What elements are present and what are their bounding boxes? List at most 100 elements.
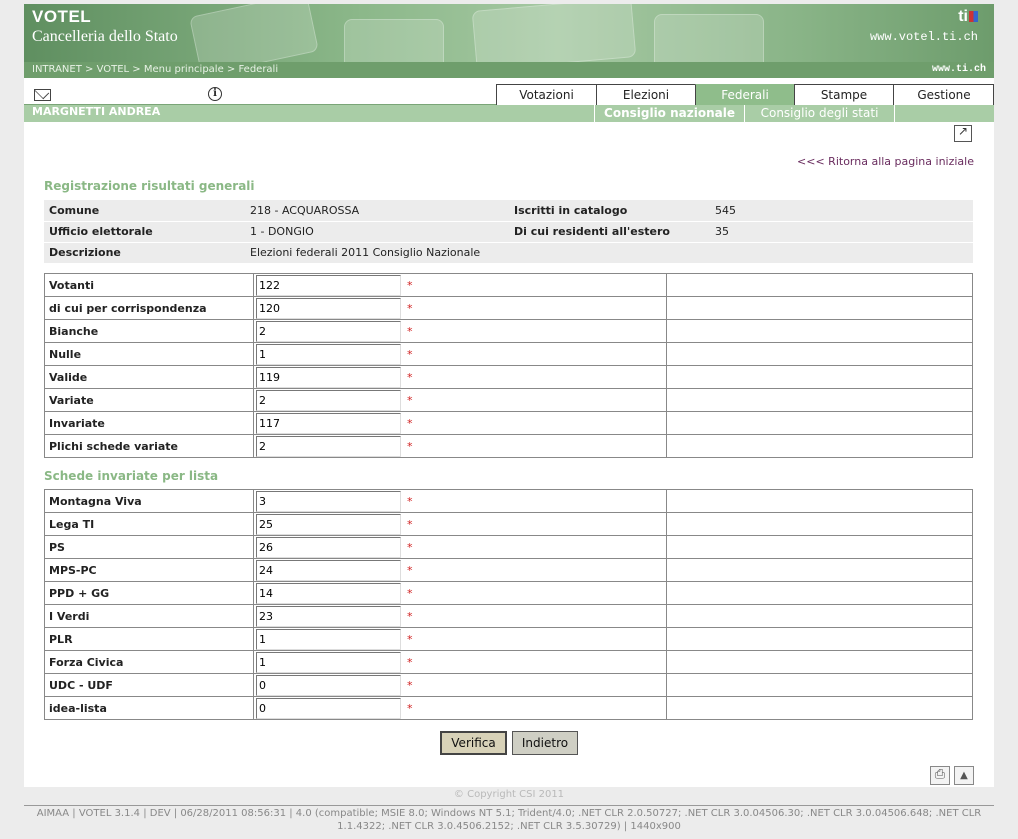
nulle-message-cell (666, 342, 973, 366)
variate-message-cell (666, 388, 973, 412)
page-frame: VOTEL Cancelleria dello Stato ti www.vot… (24, 4, 994, 787)
forza-civica-input-cell: * (253, 650, 667, 674)
variate-label: Variate (44, 388, 254, 412)
bianche-input[interactable] (256, 320, 401, 342)
valide-label: Valide (44, 365, 254, 389)
breadcrumb[interactable]: INTRANET > VOTEL > Menu principale > Fed… (32, 64, 278, 75)
result-row: Valide * (44, 365, 973, 389)
ti-url-link[interactable]: www.ti.ch (932, 62, 986, 78)
tab-gestione[interactable]: Gestione (893, 84, 994, 105)
di-cui-per-corrispondenza-input[interactable] (256, 297, 401, 319)
verify-button[interactable]: Verifica (440, 731, 507, 755)
required-mark: * (407, 632, 413, 646)
mps-pc-input[interactable] (256, 559, 401, 581)
descrizione-value: Elezioni federali 2011 Consiglio Naziona… (245, 242, 973, 264)
ufficio-label: Ufficio elettorale (44, 221, 245, 243)
votanti-input-cell: * (253, 273, 667, 297)
di-cui-per-corrispondenza-input-cell: * (253, 296, 667, 320)
i-verdi-input-cell: * (253, 604, 667, 628)
idea-lista-message-cell (666, 696, 973, 720)
variate-input[interactable] (256, 389, 401, 411)
invariate-input-cell: * (253, 411, 667, 435)
i-verdi-input[interactable] (256, 605, 401, 627)
footer-divider (24, 805, 994, 806)
site-url[interactable]: www.votel.ti.ch (870, 30, 978, 44)
nulle-input-cell: * (253, 342, 667, 366)
lega-ti-message-cell (666, 512, 973, 536)
votanti-input[interactable] (256, 274, 401, 296)
ppd-gg-label: PPD + GG (44, 581, 254, 605)
list-row: I Verdi * (44, 604, 973, 628)
descrizione-label: Descrizione (44, 242, 245, 264)
ppd-gg-message-cell (666, 581, 973, 605)
list-row: Forza Civica * (44, 650, 973, 674)
montagna-viva-label: Montagna Viva (44, 489, 254, 513)
ps-message-cell (666, 535, 973, 559)
plichi-schede-variate-input[interactable] (256, 435, 401, 457)
required-mark: * (407, 701, 413, 715)
breadcrumb-bar: INTRANET > VOTEL > Menu principale > Fed… (24, 62, 994, 78)
home-link[interactable]: <<< Ritorna alla pagina iniziale (797, 155, 974, 168)
iscritti-label: Iscritti in catalogo (509, 200, 710, 222)
print-icon[interactable]: ⎙ (930, 766, 950, 785)
ppd-gg-input[interactable] (256, 582, 401, 604)
montagna-viva-message-cell (666, 489, 973, 513)
app-name: VOTEL (32, 7, 92, 26)
montagna-viva-input-cell: * (253, 489, 667, 513)
ps-input[interactable] (256, 536, 401, 558)
result-row: Nulle * (44, 342, 973, 366)
list-row: UDC - UDF * (44, 673, 973, 697)
required-mark: * (407, 586, 413, 600)
montagna-viva-input[interactable] (256, 490, 401, 512)
invariate-input[interactable] (256, 412, 401, 434)
required-mark: * (407, 517, 413, 531)
result-row: Invariate * (44, 411, 973, 435)
back-button[interactable]: Indietro (512, 731, 578, 755)
subtab-consiglio-degli-stati[interactable]: Consiglio degli stati (744, 105, 894, 122)
result-row: di cui per corrispondenza * (44, 296, 973, 320)
list-row: PPD + GG * (44, 581, 973, 605)
general-section-title: Registrazione risultati generali (44, 179, 255, 193)
list-row: idea-lista * (44, 696, 973, 720)
scroll-top-icon[interactable]: ▲ (954, 766, 974, 785)
udc-udf-message-cell (666, 673, 973, 697)
forza-civica-input[interactable] (256, 651, 401, 673)
required-mark: * (407, 540, 413, 554)
subtab-consiglio-nazionale[interactable]: Consiglio nazionale (594, 105, 744, 122)
mps-pc-message-cell (666, 558, 973, 582)
valide-input[interactable] (256, 366, 401, 388)
lega-ti-input[interactable] (256, 513, 401, 535)
idea-lista-input-cell: * (253, 696, 667, 720)
plr-message-cell (666, 627, 973, 651)
list-row: Lega TI * (44, 512, 973, 536)
tab-votazioni[interactable]: Votazioni (496, 84, 596, 105)
result-row: Votanti * (44, 273, 973, 297)
plichi-schede-variate-input-cell: * (253, 434, 667, 458)
ti-logo: ti (958, 8, 978, 26)
ppd-gg-input-cell: * (253, 581, 667, 605)
nulle-input[interactable] (256, 343, 401, 365)
required-mark: * (407, 439, 413, 453)
required-mark: * (407, 347, 413, 361)
ps-input-cell: * (253, 535, 667, 559)
residenti-label: Di cui residenti all'estero (509, 221, 710, 243)
open-window-icon[interactable] (954, 124, 972, 142)
mps-pc-input-cell: * (253, 558, 667, 582)
ti-logo-text: ti (958, 8, 968, 25)
required-mark: * (407, 494, 413, 508)
mail-icon[interactable] (34, 89, 51, 101)
results-table: Votanti*di cui per corrispondenza*Bianch… (44, 273, 973, 458)
tab-federali[interactable]: Federali (695, 84, 794, 105)
ti-shield-icon (969, 11, 978, 23)
tab-stampe[interactable]: Stampe (794, 84, 893, 105)
udc-udf-input[interactable] (256, 674, 401, 696)
main-tab-bar: i Votazioni Elezioni Federali Stampe Ges… (24, 84, 994, 105)
info-icon[interactable]: i (208, 87, 222, 101)
idea-lista-input[interactable] (256, 697, 401, 719)
required-mark: * (407, 609, 413, 623)
invariate-message-cell (666, 411, 973, 435)
plr-input[interactable] (256, 628, 401, 650)
tab-elezioni[interactable]: Elezioni (596, 84, 695, 105)
invariate-label: Invariate (44, 411, 254, 435)
forza-civica-message-cell (666, 650, 973, 674)
